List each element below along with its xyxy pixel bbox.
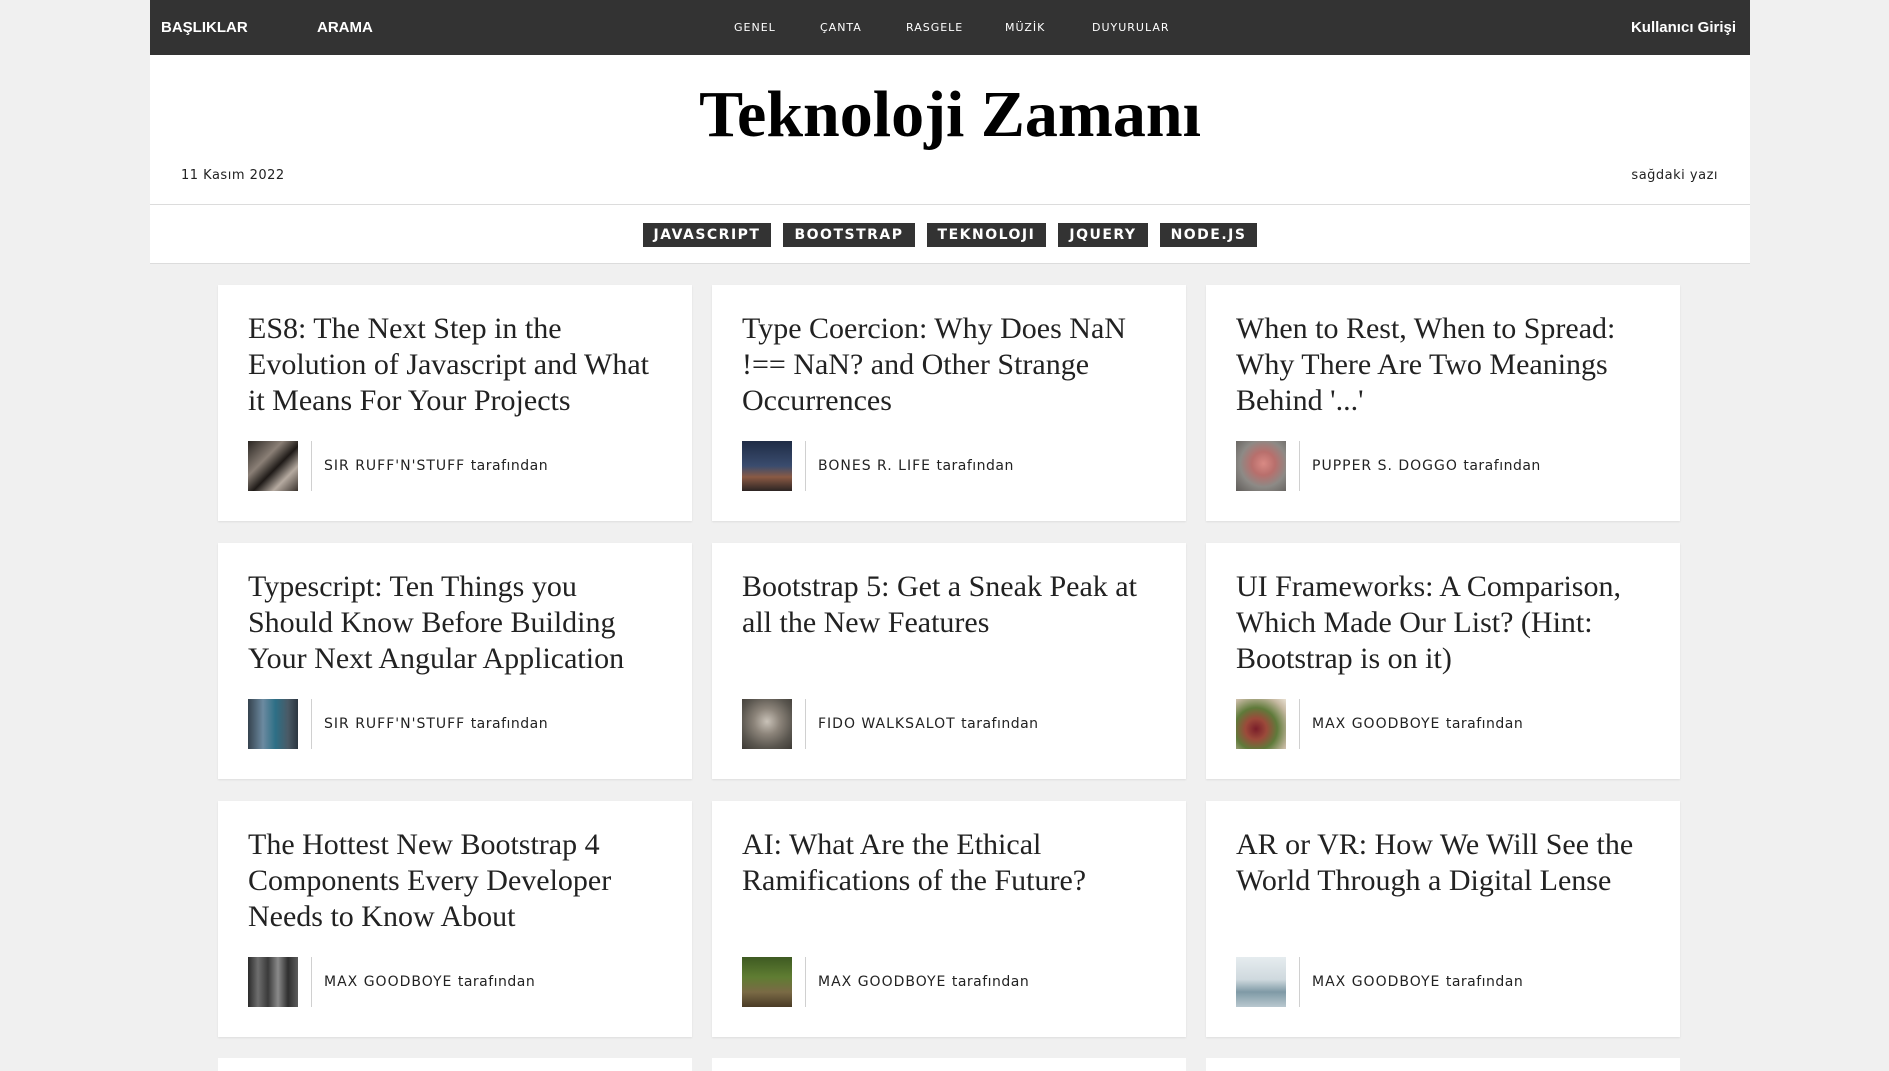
article-title[interactable]: Type Coercion: Why Does NaN !== NaN? and… <box>742 311 1158 419</box>
author-thumbnail <box>248 441 298 491</box>
byline-divider <box>805 441 806 491</box>
author-name[interactable]: FIDO WALKSALOT tarafından <box>818 716 1039 732</box>
author-name[interactable]: MAX GOODBOYE tarafından <box>1312 974 1523 990</box>
byline-divider <box>311 699 312 749</box>
author-thumbnail <box>248 957 298 1007</box>
tag-bar: JAVASCRIPT BOOTSTRAP TEKNOLOJI JQUERY NO… <box>150 205 1750 264</box>
tag-nodejs[interactable]: NODE.JS <box>1159 223 1258 247</box>
article-card[interactable]: AI: What Are the Ethical Ramifications o… <box>712 801 1186 1037</box>
tag-jquery[interactable]: JQUERY <box>1058 223 1148 247</box>
byline-divider <box>1299 441 1300 491</box>
author-thumbnail <box>1236 699 1286 749</box>
nav-genel[interactable]: GENEL <box>734 0 776 55</box>
author-thumbnail <box>742 441 792 491</box>
nav-basliklar[interactable]: BAŞLIKLAR <box>161 0 248 55</box>
article-title[interactable]: AI: What Are the Ethical Ramifications o… <box>742 827 1158 899</box>
article-byline: PUPPER S. DOGGO tarafından <box>1236 441 1541 491</box>
author-thumbnail <box>1236 957 1286 1007</box>
author-name[interactable]: MAX GOODBOYE tarafından <box>324 974 535 990</box>
byline-divider <box>805 957 806 1007</box>
author-thumbnail <box>742 957 792 1007</box>
article-card[interactable]: The Hottest New Bootstrap 4 Components E… <box>218 801 692 1037</box>
article-card[interactable]: Typescript: Ten Things you Should Know B… <box>218 543 692 779</box>
tag-teknoloji[interactable]: TEKNOLOJI <box>926 223 1047 247</box>
byline-divider <box>311 441 312 491</box>
article-card[interactable]: ES8: The Next Step in the Evolution of J… <box>218 285 692 521</box>
article-byline: SIR RUFF'N'STUFF tarafından <box>248 699 548 749</box>
article-card[interactable]: AR or VR: How We Will See the World Thro… <box>1206 801 1680 1037</box>
nav-muzik[interactable]: MÜZİK <box>1005 0 1045 55</box>
page-wrapper: BAŞLIKLAR ARAMA GENEL ÇANTA RASGELE MÜZİ… <box>150 0 1750 264</box>
article-byline: MAX GOODBOYE tarafından <box>248 957 535 1007</box>
author-name[interactable]: SIR RUFF'N'STUFF tarafından <box>324 458 548 474</box>
byline-divider <box>1299 699 1300 749</box>
current-date: 11 Kasım 2022 <box>181 168 285 183</box>
right-text: sağdaki yazı <box>1631 168 1718 183</box>
article-title[interactable]: ES8: The Next Step in the Evolution of J… <box>248 311 664 419</box>
article-card[interactable]: Type Coercion: Why Does NaN !== NaN? and… <box>712 285 1186 521</box>
author-thumbnail <box>1236 441 1286 491</box>
article-byline: MAX GOODBOYE tarafından <box>1236 699 1523 749</box>
article-byline: MAX GOODBOYE tarafından <box>1236 957 1523 1007</box>
article-card-partial[interactable] <box>218 1058 692 1071</box>
author-name[interactable]: PUPPER S. DOGGO tarafından <box>1312 458 1541 474</box>
article-card[interactable]: UI Frameworks: A Comparison, Which Made … <box>1206 543 1680 779</box>
article-byline: BONES R. LIFE tarafından <box>742 441 1014 491</box>
author-thumbnail <box>742 699 792 749</box>
article-card-partial[interactable] <box>712 1058 1186 1071</box>
article-byline: SIR RUFF'N'STUFF tarafından <box>248 441 548 491</box>
article-title[interactable]: Bootstrap 5: Get a Sneak Peak at all the… <box>742 569 1158 641</box>
masthead: Teknoloji Zamanı 11 Kasım 2022 sağdaki y… <box>150 55 1750 205</box>
nav-canta[interactable]: ÇANTA <box>820 0 862 55</box>
author-name[interactable]: MAX GOODBOYE tarafından <box>818 974 1029 990</box>
top-navbar: BAŞLIKLAR ARAMA GENEL ÇANTA RASGELE MÜZİ… <box>150 0 1750 55</box>
nav-arama[interactable]: ARAMA <box>317 0 373 55</box>
author-name[interactable]: SIR RUFF'N'STUFF tarafından <box>324 716 548 732</box>
article-card[interactable]: Bootstrap 5: Get a Sneak Peak at all the… <box>712 543 1186 779</box>
site-title[interactable]: Teknoloji Zamanı <box>150 77 1750 153</box>
tag-javascript[interactable]: JAVASCRIPT <box>642 223 772 247</box>
byline-divider <box>311 957 312 1007</box>
article-title[interactable]: The Hottest New Bootstrap 4 Components E… <box>248 827 664 935</box>
nav-duyurular[interactable]: DUYURULAR <box>1092 0 1170 55</box>
article-title[interactable]: AR or VR: How We Will See the World Thro… <box>1236 827 1652 899</box>
tag-bootstrap[interactable]: BOOTSTRAP <box>783 223 915 247</box>
author-name[interactable]: MAX GOODBOYE tarafından <box>1312 716 1523 732</box>
byline-divider <box>1299 957 1300 1007</box>
article-card-partial[interactable] <box>1206 1058 1680 1071</box>
article-title[interactable]: UI Frameworks: A Comparison, Which Made … <box>1236 569 1652 677</box>
byline-divider <box>805 699 806 749</box>
article-byline: MAX GOODBOYE tarafından <box>742 957 1029 1007</box>
nav-rasgele[interactable]: RASGELE <box>906 0 963 55</box>
author-name[interactable]: BONES R. LIFE tarafından <box>818 458 1014 474</box>
article-byline: FIDO WALKSALOT tarafından <box>742 699 1039 749</box>
article-grid: ES8: The Next Step in the Evolution of J… <box>218 285 1682 1037</box>
author-thumbnail <box>248 699 298 749</box>
article-card[interactable]: When to Rest, When to Spread: Why There … <box>1206 285 1680 521</box>
article-title[interactable]: Typescript: Ten Things you Should Know B… <box>248 569 664 677</box>
article-title[interactable]: When to Rest, When to Spread: Why There … <box>1236 311 1652 419</box>
login-link[interactable]: Kullanıcı Girişi <box>1631 0 1736 55</box>
